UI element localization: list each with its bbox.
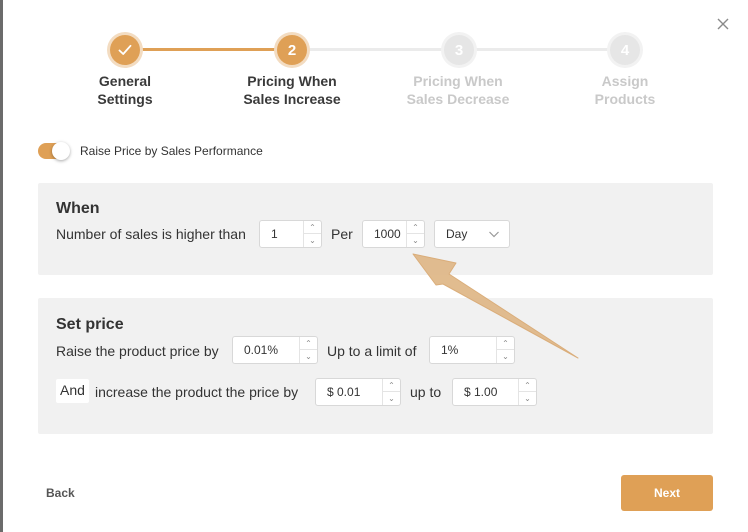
step-2-circle[interactable]: 2: [277, 35, 307, 65]
set-price-panel: Set price Raise the product price by 0.0…: [38, 298, 713, 434]
increment-icon[interactable]: ⌃: [519, 379, 536, 392]
step-3-circle[interactable]: 3: [444, 35, 474, 65]
max-amount-stepper[interactable]: $ 1.00 ⌃ ⌄: [452, 378, 537, 406]
stepper-arrows: ⌃ ⌄: [518, 379, 536, 405]
increment-icon[interactable]: ⌃: [300, 337, 317, 350]
decrement-icon[interactable]: ⌄: [383, 392, 400, 405]
stepper-arrows: ⌃ ⌄: [303, 221, 321, 247]
stepper-arrows: ⌃ ⌄: [406, 221, 424, 247]
increase-amount-stepper[interactable]: $ 0.01 ⌃ ⌄: [315, 378, 401, 406]
step-2-label: Pricing When Sales Increase: [243, 73, 341, 107]
set-price-title: Set price: [56, 316, 124, 333]
per-count-value: 1000: [374, 227, 401, 241]
max-amount-value: $ 1.00: [464, 385, 498, 399]
when-title: When: [56, 200, 100, 217]
limit-label: Up to a limit of: [327, 343, 417, 359]
raise-price-label: Raise the product price by: [56, 343, 219, 359]
sales-count-stepper[interactable]: 1 ⌃ ⌄: [259, 220, 322, 248]
toggle-label: Raise Price by Sales Performance: [80, 144, 263, 158]
close-icon[interactable]: [715, 16, 731, 32]
toggle-knob: [52, 142, 70, 160]
sales-threshold-label: Number of sales is higher than: [56, 226, 246, 242]
decrement-icon[interactable]: ⌄: [497, 350, 514, 363]
stepper-arrows: ⌃ ⌄: [382, 379, 400, 405]
stepper-arrows: ⌃ ⌄: [496, 337, 514, 363]
step-connector-done: [140, 48, 277, 51]
raise-percent-stepper[interactable]: 0.01% ⌃ ⌄: [232, 336, 318, 364]
increment-icon[interactable]: ⌃: [383, 379, 400, 392]
increase-amount-value: $ 0.01: [327, 385, 361, 399]
stepper-arrows: ⌃ ⌄: [299, 337, 317, 363]
step-1-label: General Settings: [97, 73, 153, 107]
step-4-circle[interactable]: 4: [610, 35, 640, 65]
sales-count-value: 1: [271, 227, 278, 241]
back-button[interactable]: Back: [46, 486, 75, 500]
increase-price-label: increase the product the price by: [95, 384, 299, 400]
when-panel: When Number of sales is higher than 1 ⌃ …: [38, 183, 713, 275]
chevron-down-icon: [489, 231, 499, 238]
sales-performance-toggle[interactable]: [38, 142, 70, 160]
step-connector: [474, 48, 610, 51]
step-1-circle[interactable]: [110, 35, 140, 65]
next-button[interactable]: Next: [621, 475, 713, 511]
per-count-stepper[interactable]: 1000 ⌃ ⌄: [362, 220, 425, 248]
step-4-label: Assign Products: [594, 73, 656, 107]
decrement-icon[interactable]: ⌄: [519, 392, 536, 405]
limit-percent-stepper[interactable]: 1% ⌃ ⌄: [429, 336, 515, 364]
and-label: And: [56, 379, 89, 403]
limit-percent-value: 1%: [441, 343, 459, 357]
step-3-label: Pricing When Sales Decrease: [406, 73, 510, 107]
progress-stepper: General Settings 2 Pricing When Sales In…: [0, 35, 748, 115]
raise-percent-value: 0.01%: [244, 343, 279, 357]
increment-icon[interactable]: ⌃: [407, 221, 424, 234]
decrement-icon[interactable]: ⌄: [407, 234, 424, 247]
up-to-label: up to: [410, 384, 442, 400]
step-connector: [307, 48, 444, 51]
period-select[interactable]: Day: [434, 220, 510, 248]
period-value: Day: [446, 227, 468, 241]
decrement-icon[interactable]: ⌄: [300, 350, 317, 363]
check-icon: [118, 44, 132, 55]
decrement-icon[interactable]: ⌄: [304, 234, 321, 247]
increment-icon[interactable]: ⌃: [304, 221, 321, 234]
increment-icon[interactable]: ⌃: [497, 337, 514, 350]
per-label: Per: [331, 226, 353, 242]
